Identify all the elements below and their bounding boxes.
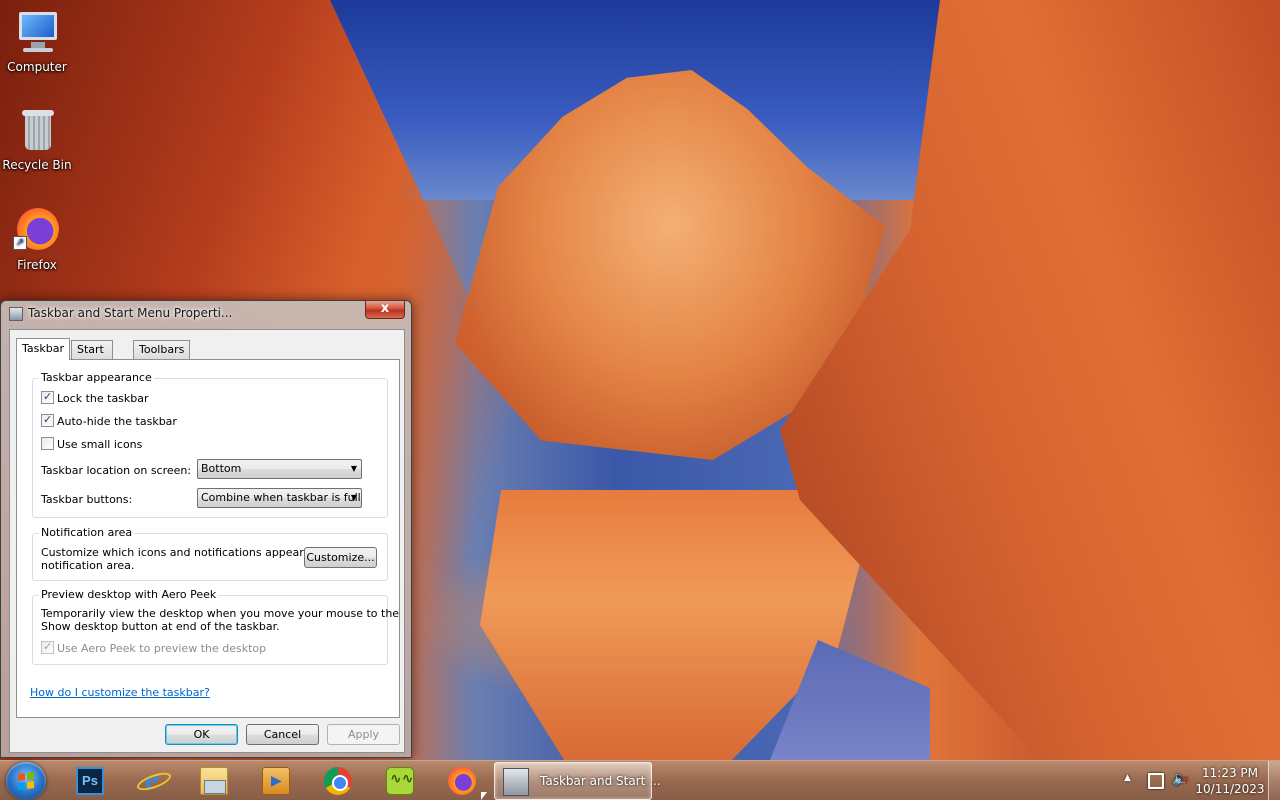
customize-button[interactable]: Customize...: [304, 547, 377, 568]
small-icons-label: Use small icons: [57, 438, 143, 451]
notification-text-2: notification area.: [41, 559, 135, 572]
tab-toolbars[interactable]: Toolbars: [133, 340, 191, 359]
location-value: Bottom: [201, 462, 242, 475]
system-clock[interactable]: 11:23 PM 10/11/2023: [1192, 765, 1268, 797]
taskbar-item-internet-explorer[interactable]: e: [124, 763, 180, 799]
tab-start-menu[interactable]: Start Menu: [71, 340, 114, 373]
lock-taskbar-checkbox[interactable]: [41, 390, 54, 404]
taskbar-tab-panel: Taskbar appearance Lock the taskbar Auto…: [16, 359, 400, 718]
volume-muted-icon[interactable]: 🔈 ✕: [1172, 771, 1189, 800]
firefox-icon: ↗: [13, 206, 61, 254]
firefox-icon: [448, 767, 476, 795]
aero-peek-checkbox: [41, 640, 54, 654]
close-icon: x: [380, 301, 390, 316]
computer-icon: [13, 8, 61, 56]
group-title: Preview desktop with Aero Peek: [39, 588, 219, 601]
desktop-icon-label: Recycle Bin: [2, 158, 72, 172]
dialog-titlebar[interactable]: Taskbar and Start Menu Properti... x: [1, 301, 411, 327]
notification-text-1: Customize which icons and notifications …: [41, 546, 339, 559]
buttons-label: Taskbar buttons:: [41, 493, 133, 506]
auto-hide-row[interactable]: Auto-hide the taskbar: [41, 413, 177, 428]
cancel-button[interactable]: Cancel: [246, 724, 319, 745]
windows-logo-icon: [18, 772, 34, 790]
desktop-icon-label: Computer: [7, 60, 67, 74]
location-select[interactable]: Bottom ▼: [197, 459, 362, 479]
buttons-select[interactable]: Combine when taskbar is full ▼: [197, 488, 362, 508]
recycle-bin-icon: [13, 106, 61, 154]
location-label: Taskbar location on screen:: [41, 464, 192, 477]
ok-button[interactable]: OK: [165, 724, 238, 745]
shortcut-arrow-icon: ↗: [13, 236, 27, 250]
aero-peek-label: Use Aero Peek to preview the desktop: [57, 642, 267, 655]
folder-icon: [200, 767, 228, 795]
start-button[interactable]: [6, 762, 46, 800]
notification-area-group: Notification area Customize which icons …: [32, 526, 388, 581]
show-desktop-button[interactable]: [1268, 761, 1280, 800]
green-app-icon: [386, 767, 414, 795]
chevron-down-icon: ▼: [350, 493, 357, 502]
auto-hide-checkbox[interactable]: [41, 413, 54, 427]
taskbar-properties-dialog: Taskbar and Start Menu Properti... x Tas…: [0, 300, 412, 758]
taskbar-item-green-app[interactable]: [372, 763, 428, 799]
dialog-client-area: Taskbar Start Menu Toolbars Taskbar appe…: [9, 329, 405, 753]
chevron-down-icon: ▼: [350, 464, 357, 473]
clock-time: 11:23 PM: [1202, 766, 1258, 780]
apply-button: Apply: [327, 724, 400, 745]
dialog-title: Taskbar and Start Menu Properti...: [28, 306, 233, 320]
desktop-icon-firefox[interactable]: ↗ Firefox: [0, 206, 74, 272]
photoshop-icon: Ps: [76, 767, 104, 795]
taskbar-item-media-player[interactable]: [248, 763, 304, 799]
aero-peek-text-2: Show desktop button at end of the taskba…: [41, 620, 280, 633]
clock-date: 10/11/2023: [1195, 782, 1265, 796]
small-icons-checkbox[interactable]: [41, 437, 54, 450]
network-icon[interactable]: [1148, 773, 1164, 789]
media-player-icon: [262, 767, 290, 795]
taskbar-appearance-group: Taskbar appearance Lock the taskbar Auto…: [32, 371, 388, 518]
buttons-value: Combine when taskbar is full: [201, 491, 361, 504]
taskbar-window-button[interactable]: Taskbar and Start ...: [494, 762, 661, 800]
taskbar-item-photoshop[interactable]: Ps: [62, 763, 118, 799]
show-hidden-icons-arrow-icon[interactable]: ▲: [1124, 773, 1131, 800]
taskbar-item-chrome[interactable]: [310, 763, 366, 799]
aero-peek-row: Use Aero Peek to preview the desktop: [41, 640, 267, 655]
tab-taskbar[interactable]: Taskbar: [16, 338, 70, 360]
desktop-icon-label: Firefox: [17, 258, 57, 272]
lock-taskbar-label: Lock the taskbar: [57, 392, 149, 405]
taskbar: Ps e Taskbar and Start ... ▲ 🔈✕ 11:23 PM…: [0, 760, 1280, 800]
lock-taskbar-row[interactable]: Lock the taskbar: [41, 390, 149, 405]
taskbar-properties-icon: [503, 768, 529, 796]
taskbar-window-label: Taskbar and Start ...: [540, 774, 661, 788]
aero-peek-group: Preview desktop with Aero Peek Temporari…: [32, 588, 399, 665]
desktop-icon-recycle-bin[interactable]: Recycle Bin: [0, 106, 74, 172]
group-title: Notification area: [39, 526, 135, 539]
help-link[interactable]: How do I customize the taskbar?: [30, 686, 210, 699]
taskbar-item-file-explorer[interactable]: [186, 763, 242, 799]
auto-hide-label: Auto-hide the taskbar: [57, 415, 177, 428]
aero-peek-text-1: Temporarily view the desktop when you mo…: [41, 607, 400, 620]
chrome-icon: [324, 767, 352, 795]
group-title: Taskbar appearance: [39, 371, 154, 384]
taskbar-properties-icon: [9, 307, 23, 321]
small-icons-row[interactable]: Use small icons: [41, 437, 142, 451]
mouse-cursor-icon: [481, 792, 487, 800]
close-button[interactable]: x: [365, 301, 405, 319]
internet-explorer-icon: e: [138, 765, 166, 795]
desktop-icon-computer[interactable]: Computer: [0, 8, 74, 74]
